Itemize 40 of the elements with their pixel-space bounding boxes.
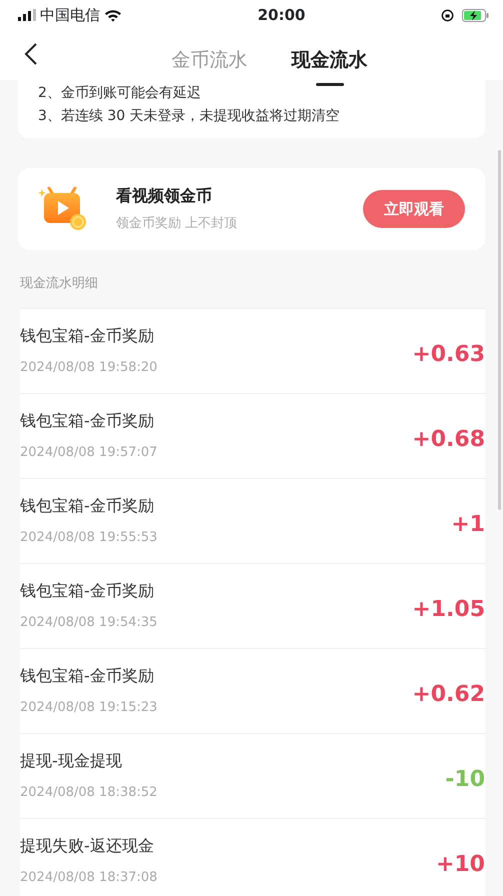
promo-subtitle: 领金币奖励 上不封顶 bbox=[116, 215, 238, 234]
signal-icon bbox=[18, 9, 36, 21]
record-title: 提现-现金提现 bbox=[20, 750, 123, 772]
record-title: 钱包宝箱-金币奖励 bbox=[20, 324, 155, 347]
record-time: 2024/08/08 18:38:52 bbox=[20, 784, 158, 802]
wifi-icon bbox=[104, 8, 122, 22]
record-row[interactable]: 提现失败-返还现金 2024/08/08 18:37:08 +10 bbox=[20, 818, 485, 896]
record-amount: +0.62 bbox=[412, 681, 485, 709]
record-title: 钱包宝箱-金币奖励 bbox=[20, 410, 155, 432]
record-time: 2024/08/08 19:15:23 bbox=[20, 698, 158, 717]
section-title: 现金流水明细 bbox=[19, 275, 99, 293]
notice-text: 3、若连续 30 天未登录，未提现收益将过期清空 bbox=[38, 107, 341, 126]
record-amount: +1.05 bbox=[412, 596, 485, 624]
record-time: 2024/08/08 19:55:53 bbox=[20, 528, 158, 547]
record-title: 钱包宝箱-金币奖励 bbox=[20, 580, 155, 602]
record-row[interactable]: 钱包宝箱-金币奖励 2024/08/08 19:55:53 +1 bbox=[20, 478, 485, 562]
record-amount: -10 bbox=[445, 766, 485, 794]
record-row[interactable]: 钱包宝箱-金币奖励 2024/08/08 19:15:23 +0.62 bbox=[20, 648, 485, 732]
record-amount: +10 bbox=[436, 851, 485, 879]
record-title: 钱包宝箱-金币奖励 bbox=[20, 494, 155, 517]
record-time: 2024/08/08 19:54:35 bbox=[20, 614, 158, 632]
battery-icon bbox=[462, 8, 489, 22]
promo-title: 看视频领金币 bbox=[116, 185, 213, 208]
record-row[interactable]: 钱包宝箱-金币奖励 2024/08/08 19:58:20 +0.63 bbox=[20, 308, 485, 392]
tab[interactable]: 现金流水 bbox=[292, 36, 368, 86]
carrier-name: 中国电信 bbox=[40, 4, 100, 26]
record-time: 2024/08/08 19:57:07 bbox=[20, 444, 158, 462]
notice-text: 2、金币到账可能会有延迟 bbox=[38, 84, 202, 103]
record-title: 提现失败-返还现金 bbox=[20, 834, 155, 857]
record-amount: +0.68 bbox=[412, 426, 485, 454]
rotation-lock-icon bbox=[441, 8, 454, 22]
record-row[interactable]: 提现-现金提现 2024/08/08 18:38:52 -10 bbox=[20, 732, 485, 818]
status-time: 20:00 bbox=[258, 6, 306, 24]
record-time: 2024/08/08 18:37:08 bbox=[20, 868, 158, 887]
record-amount: +0.63 bbox=[412, 341, 485, 369]
record-time: 2024/08/08 19:58:20 bbox=[20, 358, 158, 377]
record-row[interactable]: 钱包宝箱-金币奖励 2024/08/08 19:54:35 +1.05 bbox=[20, 562, 485, 648]
record-title: 钱包宝箱-金币奖励 bbox=[20, 664, 155, 687]
record-amount: +1 bbox=[451, 511, 485, 539]
record-row[interactable]: 钱包宝箱-金币奖励 2024/08/08 19:57:07 +0.68 bbox=[20, 392, 485, 478]
